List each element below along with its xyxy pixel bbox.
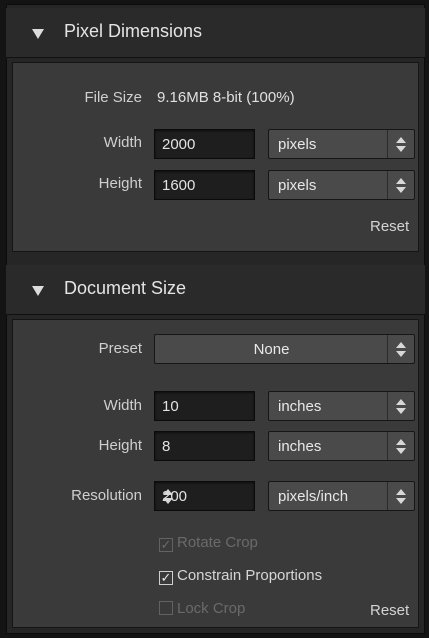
doc-height-input[interactable]: 8 [154, 431, 255, 461]
doc-width-label: Width [103, 397, 142, 414]
pixel-width-unit-value: pixels [278, 136, 317, 153]
resolution-unit-select[interactable]: pixels/inch [268, 481, 415, 511]
preset-select[interactable]: None [154, 334, 415, 364]
check-icon: ✓ [159, 570, 173, 585]
pixel-dimensions-title: Pixel Dimensions [64, 21, 203, 41]
pixel-height-unit-select[interactable]: pixels [268, 170, 415, 200]
pixel-dimensions-header[interactable]: Pixel Dimensions [6, 8, 425, 58]
file-size-label: File Size [84, 89, 142, 106]
doc-height-label: Height [98, 437, 142, 454]
constrain-proportions-label: Constrain Proportions [177, 567, 323, 584]
stepper-arrows-icon [387, 432, 414, 460]
doc-height-unit-select[interactable]: inches [268, 431, 415, 461]
lock-crop-checkbox: Lock Crop [159, 600, 245, 617]
empty-checkbox-icon [159, 601, 173, 615]
pixel-height-input[interactable]: 1600 [154, 170, 255, 200]
pixel-height-label: Height [98, 175, 142, 192]
preset-label: Preset [98, 340, 142, 357]
doc-width-unit-select[interactable]: inches [268, 391, 415, 421]
resolution-unit-value: pixels/inch [278, 488, 349, 505]
doc-width-unit-value: inches [278, 398, 322, 415]
stepper-arrows-icon [387, 130, 414, 158]
pixel-reset-button[interactable]: Reset [370, 218, 409, 235]
stepper-arrows-icon [387, 171, 414, 199]
doc-width-input[interactable]: 10 [154, 391, 255, 421]
pixel-height-unit-value: pixels [278, 177, 317, 194]
rotate-crop-checkbox: ✓ Rotate Crop [159, 534, 258, 552]
check-icon: ✓ [159, 537, 173, 552]
resolution-label: Resolution [71, 487, 142, 504]
preset-value: None [253, 341, 290, 358]
collapse-triangle-icon[interactable] [32, 29, 44, 39]
rotate-crop-label: Rotate Crop [177, 534, 258, 551]
stepper-arrows-icon [387, 392, 414, 420]
resolution-input[interactable]: 200 [154, 481, 255, 511]
pixel-width-input[interactable]: 2000 [154, 129, 255, 159]
stepper-arrows-icon [387, 482, 414, 510]
document-size-header[interactable]: Document Size [6, 265, 425, 315]
pixel-width-unit-select[interactable]: pixels [268, 129, 415, 159]
document-reset-button[interactable]: Reset [370, 602, 409, 619]
collapse-triangle-icon[interactable] [32, 286, 44, 296]
file-size-value: 9.16MB 8-bit (100%) [157, 89, 295, 106]
document-size-title: Document Size [64, 278, 187, 298]
doc-height-unit-value: inches [278, 438, 322, 455]
constrain-proportions-checkbox[interactable]: ✓ Constrain Proportions [159, 567, 322, 585]
pixel-width-label: Width [103, 134, 142, 151]
lock-crop-label: Lock Crop [177, 600, 246, 617]
stepper-arrows-icon [387, 335, 414, 363]
